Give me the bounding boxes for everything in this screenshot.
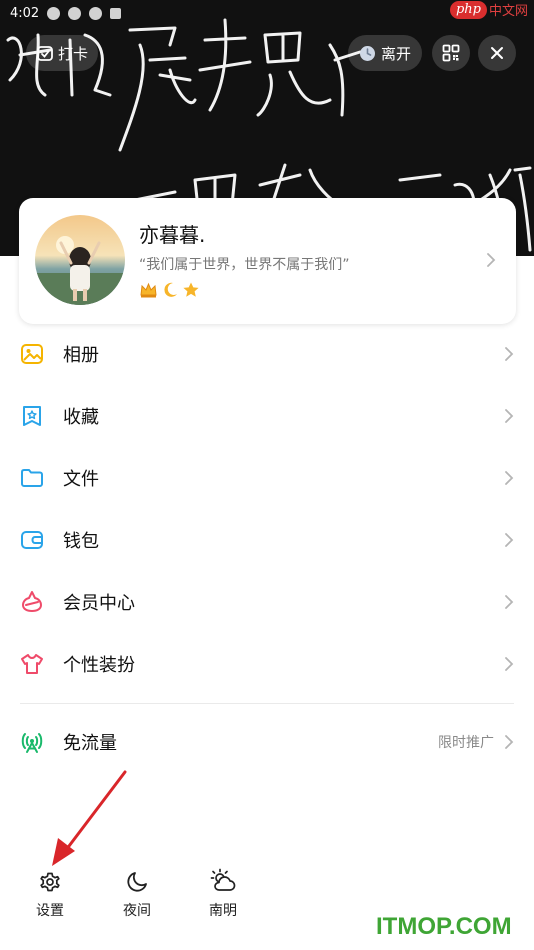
- chevron-right-icon: [505, 735, 514, 749]
- notification-icon: [68, 6, 82, 20]
- wallet-icon: [21, 531, 43, 549]
- php-watermark: php 中文网: [449, 0, 528, 19]
- crown-icon[interactable]: [139, 281, 158, 299]
- menu-item-personalize[interactable]: 个性装扮: [0, 633, 534, 695]
- avatar-image: [35, 215, 125, 305]
- php-site-name: 中文网: [488, 4, 528, 19]
- screen: 4:02 php 中文网 打卡 离开 亦暮暮. “我们属于世界，世界不属于我们”…: [0, 0, 534, 950]
- checkin-button[interactable]: 打卡: [26, 35, 98, 71]
- calendar-check-icon: [37, 46, 53, 61]
- settings-button[interactable]: 设置: [20, 870, 80, 920]
- notification-icon: [47, 6, 61, 20]
- notification-icon: [89, 6, 103, 20]
- itmop-watermark: ITMOP.COM: [376, 913, 512, 940]
- favorite-icon: [23, 406, 41, 426]
- menu-item-favorites[interactable]: 收藏: [0, 385, 534, 447]
- signal-icon: [21, 733, 43, 753]
- menu-label: 会员中心: [63, 593, 135, 614]
- night-mode-label: 夜间: [123, 903, 151, 919]
- signature: “我们属于世界，世界不属于我们”: [139, 257, 350, 273]
- night-mode-button[interactable]: 夜间: [107, 870, 167, 920]
- nickname: 亦暮暮.: [139, 223, 206, 247]
- weather-button[interactable]: 南明: [193, 868, 253, 920]
- status-time: 4:02: [10, 5, 40, 21]
- chevron-right-icon: [505, 347, 514, 361]
- status-bar: 4:02: [10, 3, 122, 23]
- chevron-right-icon: [487, 253, 496, 267]
- menu-item-wallet[interactable]: 钱包: [0, 509, 534, 571]
- chevron-right-icon: [505, 409, 514, 423]
- menu-label: 个性装扮: [63, 655, 135, 676]
- close-icon: [491, 47, 503, 59]
- notification-icon: [110, 7, 122, 19]
- vip-icon: [22, 591, 42, 612]
- gear-icon: [40, 872, 60, 892]
- menu-label: 文件: [63, 469, 99, 490]
- php-logo: php: [449, 0, 487, 19]
- folder-icon: [21, 469, 43, 487]
- menu-label: 收藏: [63, 407, 99, 428]
- moon-icon: [127, 872, 147, 892]
- chevron-right-icon: [505, 533, 514, 547]
- moon-icon[interactable]: [161, 281, 179, 299]
- weather-label: 南明: [209, 903, 237, 919]
- settings-label: 设置: [36, 903, 64, 919]
- chevron-right-icon: [505, 595, 514, 609]
- menu-item-free-traffic[interactable]: 免流量 限时推广: [0, 711, 534, 773]
- divider: [20, 703, 514, 704]
- menu-label: 免流量: [63, 733, 117, 754]
- menu-item-files[interactable]: 文件: [0, 447, 534, 509]
- chevron-right-icon: [505, 471, 514, 485]
- menu-label: 相册: [63, 345, 99, 366]
- star-icon[interactable]: [182, 281, 200, 299]
- promo-tag: 限时推广: [438, 735, 494, 751]
- qr-code-button[interactable]: [432, 35, 470, 71]
- menu-label: 钱包: [63, 531, 99, 552]
- close-button[interactable]: [478, 35, 516, 71]
- album-icon: [21, 344, 43, 364]
- avatar[interactable]: [35, 215, 125, 305]
- chevron-right-icon: [505, 657, 514, 671]
- away-label: 离开: [380, 44, 411, 63]
- away-status-button[interactable]: 离开: [348, 35, 422, 71]
- qr-code-icon: [442, 44, 460, 62]
- badge-list[interactable]: [139, 281, 200, 299]
- clock-icon: [359, 45, 375, 61]
- checkin-label: 打卡: [57, 44, 88, 63]
- menu-item-album[interactable]: 相册: [0, 323, 534, 385]
- tshirt-icon: [21, 654, 43, 674]
- profile-card[interactable]: 亦暮暮. “我们属于世界，世界不属于我们”: [19, 198, 516, 324]
- weather-icon: [210, 868, 236, 891]
- menu-item-vip-center[interactable]: 会员中心: [0, 571, 534, 633]
